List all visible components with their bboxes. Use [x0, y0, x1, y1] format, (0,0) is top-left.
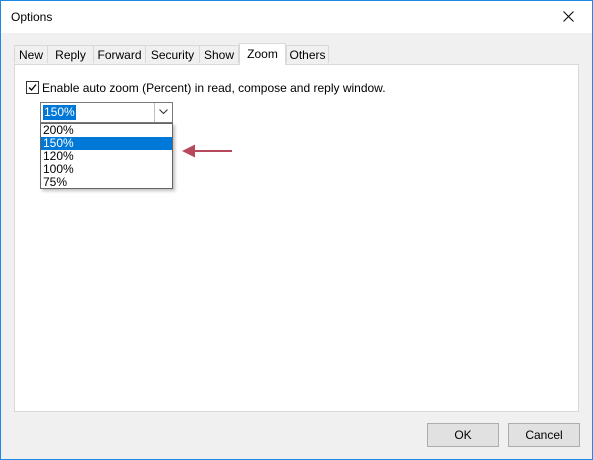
tab-reply[interactable]: Reply — [47, 45, 94, 63]
close-button[interactable] — [546, 1, 592, 33]
enable-auto-zoom-checkbox[interactable] — [26, 81, 39, 94]
options-dialog: Options New Reply Forward Security Show … — [0, 0, 593, 460]
dropdown-option-75[interactable]: 75% — [41, 176, 172, 189]
combo-dropdown-button[interactable] — [154, 103, 172, 122]
tab-new[interactable]: New — [14, 45, 48, 63]
enable-auto-zoom-label[interactable]: Enable auto zoom (Percent) in read, comp… — [42, 81, 386, 95]
combo-selected-value[interactable]: 150% — [43, 105, 76, 120]
tab-others[interactable]: Others — [286, 45, 329, 63]
tab-show[interactable]: Show — [199, 45, 239, 63]
zoom-percent-combobox[interactable]: 150% — [40, 102, 173, 123]
tab-zoom[interactable]: Zoom — [239, 43, 286, 65]
checkmark-icon — [28, 84, 37, 91]
tab-forward[interactable]: Forward — [93, 45, 146, 63]
window-title: Options — [11, 10, 53, 24]
cancel-button[interactable]: Cancel — [508, 423, 580, 447]
close-icon — [563, 11, 574, 22]
chevron-down-icon — [159, 109, 168, 115]
title-bar: Options — [1, 1, 592, 33]
tab-security[interactable]: Security — [145, 45, 200, 63]
ok-button[interactable]: OK — [427, 423, 499, 447]
zoom-dropdown-list: 200% 150% 120% 100% 75% — [40, 123, 173, 189]
left-arrow-icon — [182, 144, 232, 158]
